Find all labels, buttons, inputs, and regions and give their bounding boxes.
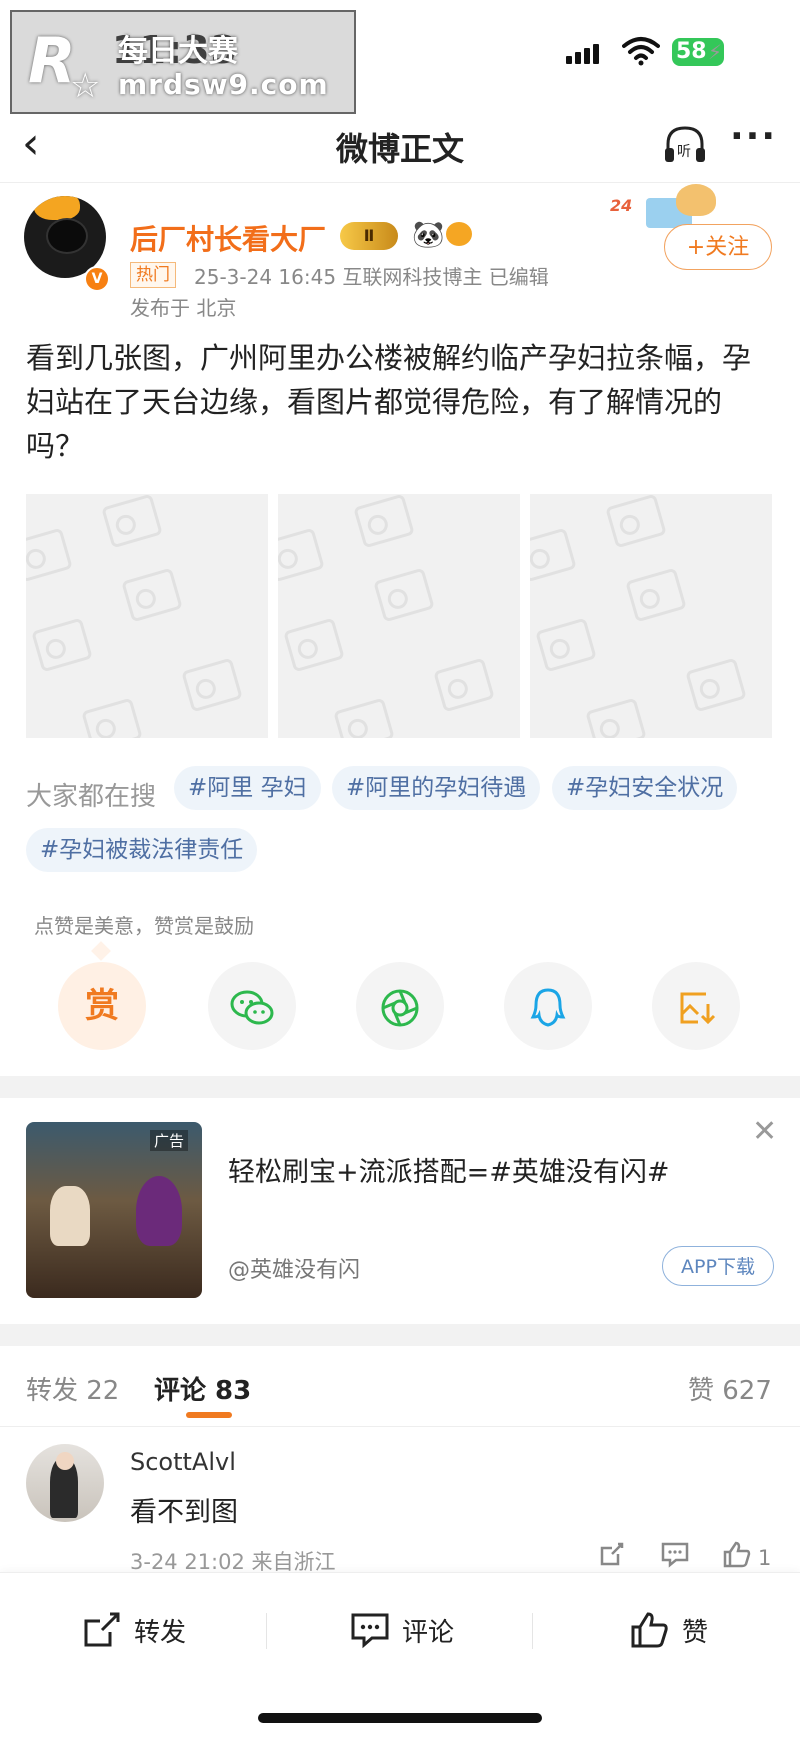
reward-caret: [91, 941, 111, 961]
hot-search-tag[interactable]: #孕妇安全状况: [552, 766, 738, 810]
level-badge: Ⅱ: [340, 222, 398, 250]
comment-text: 看不到图: [130, 1497, 238, 1528]
hot-tag: 热门: [130, 262, 176, 288]
repost-icon: [84, 1612, 120, 1647]
image-placeholder[interactable]: [26, 494, 268, 738]
post-text: 看到几张图，广州阿里办公楼被解约临产孕妇拉条幅，孕妇站在了天台边缘，看图片都觉得…: [26, 341, 752, 463]
tab-comment[interactable]: 评论 83: [154, 1370, 251, 1407]
ad-label: 广告: [150, 1130, 189, 1151]
fish-badge-icon: [446, 222, 472, 246]
hot-search-label: 大家都在搜: [26, 782, 157, 812]
watermark-star-icon: ☆: [70, 66, 101, 106]
wechat-share-button[interactable]: [208, 962, 296, 1050]
watermark-logo: R: [28, 24, 76, 97]
watermark-title: 每日大赛: [118, 34, 238, 69]
wechat-icon: [230, 990, 274, 1024]
ad-character: [136, 1176, 182, 1246]
comment-icon[interactable]: [660, 1540, 690, 1568]
hot-search-tag[interactable]: #孕妇被裁法律责任: [26, 828, 258, 872]
save-image-icon: [680, 992, 716, 1024]
hot-search-tag[interactable]: #阿里 孕妇: [174, 766, 321, 810]
ad-title[interactable]: 轻松刷宝+流派搭配=#英雄没有闪#: [228, 1150, 670, 1189]
watermark: R ☆ 每日大赛 mrdsw9.com: [10, 10, 356, 114]
post-location: 发布于 北京: [130, 296, 237, 320]
moments-share-button[interactable]: [356, 962, 444, 1050]
panda-icon: 🐼: [412, 220, 445, 250]
qq-icon: [530, 987, 566, 1027]
tab-repost[interactable]: 转发 22: [26, 1370, 119, 1407]
ad-character: [50, 1186, 90, 1246]
repost-label: 转发: [134, 1617, 187, 1648]
post-meta: 25-3-24 16:45 互联网科技博主 已编辑: [194, 265, 549, 289]
image-placeholder[interactable]: [530, 494, 772, 738]
image-placeholder[interactable]: [278, 494, 520, 738]
hot-search-tag[interactable]: #阿里的孕妇待遇: [332, 766, 541, 810]
follow-button[interactable]: +关注: [664, 224, 772, 270]
section-divider: [0, 1076, 800, 1098]
commenter-avatar[interactable]: [26, 1444, 104, 1522]
watermark-url: mrdsw9.com: [118, 68, 329, 101]
tab-like[interactable]: 赞 627: [688, 1370, 772, 1407]
comment-like-count: 1: [758, 1546, 772, 1570]
cellular-signal-icon: [566, 44, 602, 64]
svg-text:听: 听: [677, 144, 691, 160]
home-indicator: [258, 1713, 542, 1723]
app-download-button[interactable]: APP下载: [662, 1246, 774, 1286]
tab-active-indicator: [186, 1412, 232, 1418]
comment-label: 评论: [402, 1617, 455, 1648]
charging-icon: ⚡: [708, 40, 723, 64]
section-divider: [0, 1324, 800, 1346]
sticker-number: 24: [610, 196, 633, 215]
repost-button[interactable]: 转发: [82, 1605, 186, 1655]
divider: [266, 1613, 267, 1649]
reward-hint: 点赞是美意，赞赏是鼓励: [34, 914, 254, 938]
more-options-icon[interactable]: ···: [730, 116, 777, 157]
divider: [0, 1426, 800, 1427]
divider: [532, 1613, 533, 1649]
thumb-up-icon[interactable]: [722, 1540, 752, 1568]
comment-icon: [351, 1613, 389, 1649]
moments-icon: [381, 989, 419, 1026]
nav-bar: ‹ 微博正文 听 ···: [0, 110, 800, 183]
thumb-up-icon: [631, 1612, 668, 1648]
verified-icon: V: [84, 266, 110, 292]
like-button[interactable]: 赞: [630, 1605, 708, 1655]
commenter-name[interactable]: ScottAlvl: [130, 1448, 236, 1476]
share-icon[interactable]: [598, 1540, 626, 1568]
close-icon[interactable]: ✕: [752, 1114, 777, 1149]
ad-source[interactable]: @英雄没有闪: [228, 1252, 360, 1284]
author-name[interactable]: 后厂村长看大厂: [130, 218, 326, 258]
reward-button[interactable]: 赏: [58, 962, 146, 1050]
save-image-button[interactable]: [652, 962, 740, 1050]
wifi-icon: [622, 37, 660, 66]
qq-share-button[interactable]: [504, 962, 592, 1050]
comment-button[interactable]: 评论: [350, 1605, 454, 1655]
listen-icon[interactable]: 听: [662, 124, 708, 166]
sticker-dog-icon: [676, 184, 716, 216]
bottom-action-bar: 转发 评论 赞: [0, 1572, 800, 1737]
like-label: 赞: [682, 1617, 709, 1648]
image-grid: [26, 494, 776, 738]
